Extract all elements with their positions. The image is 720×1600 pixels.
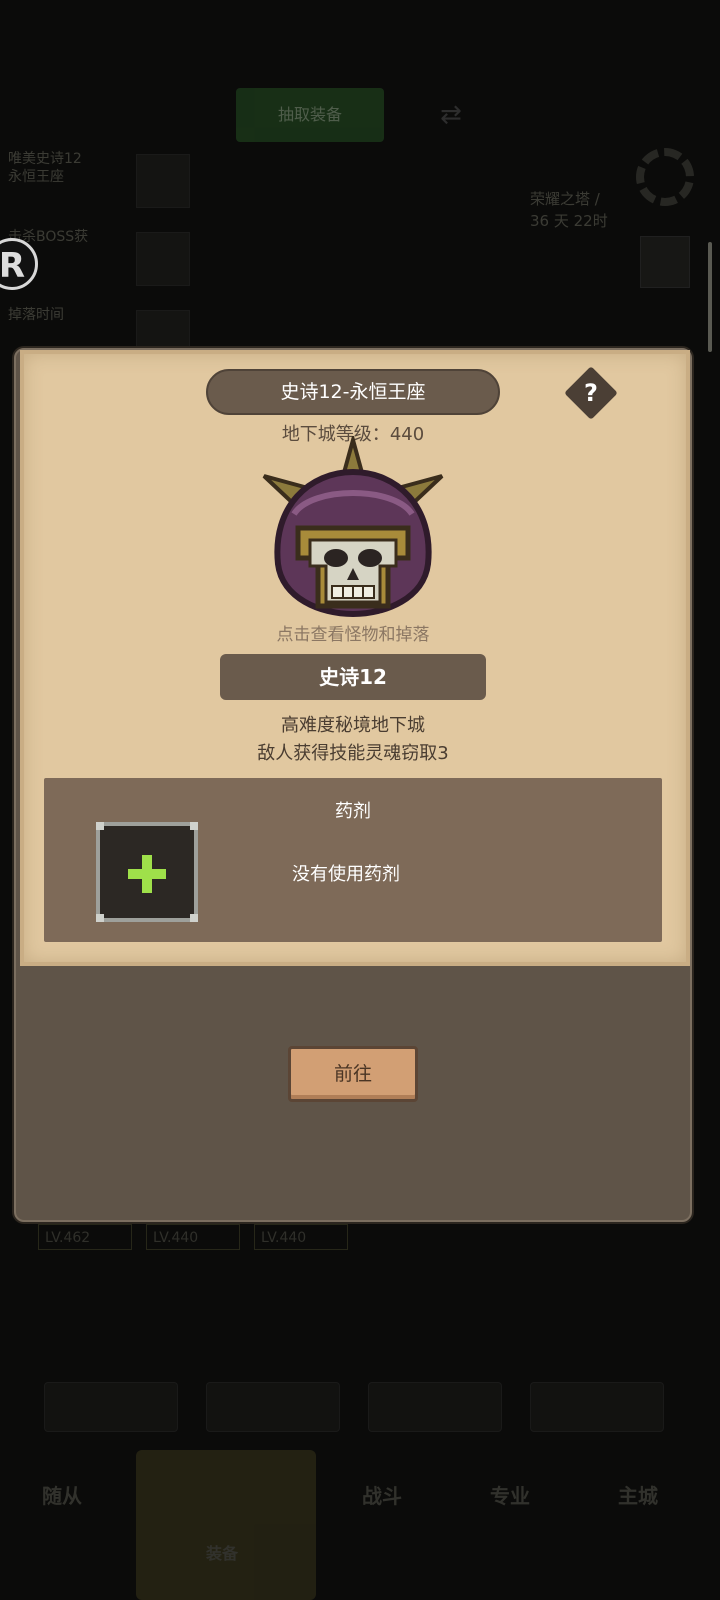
swap-icon: ⇄ bbox=[440, 100, 462, 130]
go-button[interactable]: 前往 bbox=[288, 1046, 418, 1102]
draw-equipment-button: 抽取装备 bbox=[236, 88, 384, 142]
level-badge: LV.440 bbox=[146, 1224, 240, 1250]
list-item-line2: 永恒王座 bbox=[8, 169, 64, 185]
enemy-skill-description: 敌人获得技能灵魂窃取3 bbox=[257, 743, 449, 764]
level-badge: LV.440 bbox=[254, 1224, 348, 1250]
nav-main-city: 主城 bbox=[618, 1484, 658, 1508]
nav-active-highlight bbox=[136, 1450, 316, 1600]
potion-status: 没有使用药剂 bbox=[292, 864, 400, 885]
background-button bbox=[530, 1382, 664, 1432]
nav-equipment: 装备 bbox=[206, 1544, 239, 1563]
gear-icon bbox=[636, 148, 694, 206]
item-slot bbox=[136, 154, 190, 208]
level-badge: LV.462 bbox=[38, 1224, 132, 1250]
tap-hint: 点击查看怪物和掉落 bbox=[276, 625, 430, 645]
scrollbar[interactable] bbox=[708, 242, 712, 352]
question-icon: ? bbox=[584, 379, 598, 407]
list-item: 击杀BOSS获得 bbox=[8, 228, 208, 306]
background-button bbox=[368, 1382, 502, 1432]
list-item-line1: 掉落时间 bbox=[8, 307, 64, 323]
shop-icon bbox=[640, 236, 690, 288]
add-potion-button[interactable] bbox=[96, 822, 198, 922]
event-countdown: 36 天 22时 bbox=[530, 212, 608, 230]
dungeon-title: 史诗12-永恒王座 bbox=[206, 369, 500, 415]
nav-profession: 专业 bbox=[490, 1484, 530, 1508]
help-button[interactable]: ? bbox=[564, 366, 618, 420]
item-slot bbox=[136, 232, 190, 286]
event-timer: 荣耀之塔 / 36 天 22时 bbox=[530, 188, 608, 232]
tier-label: 史诗12 bbox=[220, 654, 486, 700]
nav-followers: 随从 bbox=[42, 1484, 82, 1508]
background-button bbox=[206, 1382, 340, 1432]
nav-battle: 战斗 bbox=[362, 1484, 402, 1508]
potion-title: 药剂 bbox=[335, 801, 371, 822]
skull-helmet-monster-icon[interactable] bbox=[258, 436, 448, 632]
dungeon-description: 高难度秘境地下城 bbox=[281, 715, 425, 736]
background-button bbox=[44, 1382, 178, 1432]
list-item-line1: 唯美史诗12 bbox=[8, 151, 82, 167]
list-item: 唯美史诗12 永恒王座 bbox=[8, 150, 208, 228]
event-name: 荣耀之塔 / bbox=[530, 190, 600, 208]
